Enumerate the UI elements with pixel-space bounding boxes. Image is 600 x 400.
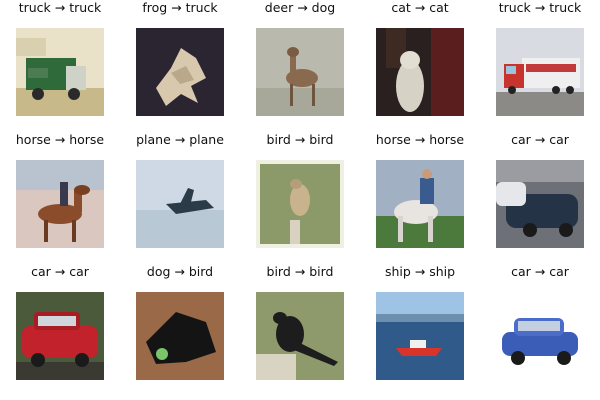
image-caption: car → car — [31, 264, 89, 279]
grid-cell: car → car — [480, 132, 600, 252]
image-caption: car → car — [511, 132, 569, 147]
thumbnail-plane — [136, 160, 224, 248]
image-caption: horse → horse — [15, 132, 105, 147]
image-caption: cat → cat — [391, 0, 449, 15]
grid-cell: frog → truck — [120, 0, 240, 120]
image-caption: plane → plane — [136, 132, 224, 147]
grid-cell: truck → truck — [0, 0, 120, 120]
thumbnail-horse — [376, 160, 464, 248]
grid-cell: horse → horse — [0, 132, 120, 252]
image-caption: dog → bird — [146, 264, 214, 279]
image-caption: bird → bird — [266, 132, 334, 147]
grid-cell: bird → bird — [240, 132, 360, 252]
image-caption: car → car — [511, 264, 569, 279]
thumbnail-bird — [256, 292, 344, 380]
thumbnail-ship — [376, 292, 464, 380]
grid-cell: bird → bird — [240, 264, 360, 384]
grid-cell: car → car — [0, 264, 120, 384]
image-caption: horse → horse — [375, 132, 465, 147]
image-caption: deer → dog — [264, 0, 336, 15]
thumbnail-cat — [376, 28, 464, 116]
grid-cell: cat → cat — [360, 0, 480, 120]
image-caption: truck → truck — [18, 0, 102, 15]
thumbnail-dog — [136, 292, 224, 380]
grid-cell: ship → ship — [360, 264, 480, 384]
thumbnail-car — [496, 292, 584, 380]
grid-cell: deer → dog — [240, 0, 360, 120]
image-caption: truck → truck — [498, 0, 582, 15]
image-caption: ship → ship — [384, 264, 456, 279]
grid-cell: car → car — [480, 264, 600, 384]
image-caption: frog → truck — [142, 0, 218, 15]
thumbnail-horse — [16, 160, 104, 248]
grid-cell: dog → bird — [120, 264, 240, 384]
thumbnail-frog — [136, 28, 224, 116]
thumbnail-deer — [256, 28, 344, 116]
thumbnail-car — [16, 292, 104, 380]
grid-cell: horse → horse — [360, 132, 480, 252]
thumbnail-truck — [16, 28, 104, 116]
thumbnail-truck — [496, 28, 584, 116]
grid-cell: truck → truck — [480, 0, 600, 120]
thumbnail-car — [496, 160, 584, 248]
thumbnail-bird — [256, 160, 344, 248]
grid-cell: plane → plane — [120, 132, 240, 252]
image-caption: bird → bird — [266, 264, 334, 279]
